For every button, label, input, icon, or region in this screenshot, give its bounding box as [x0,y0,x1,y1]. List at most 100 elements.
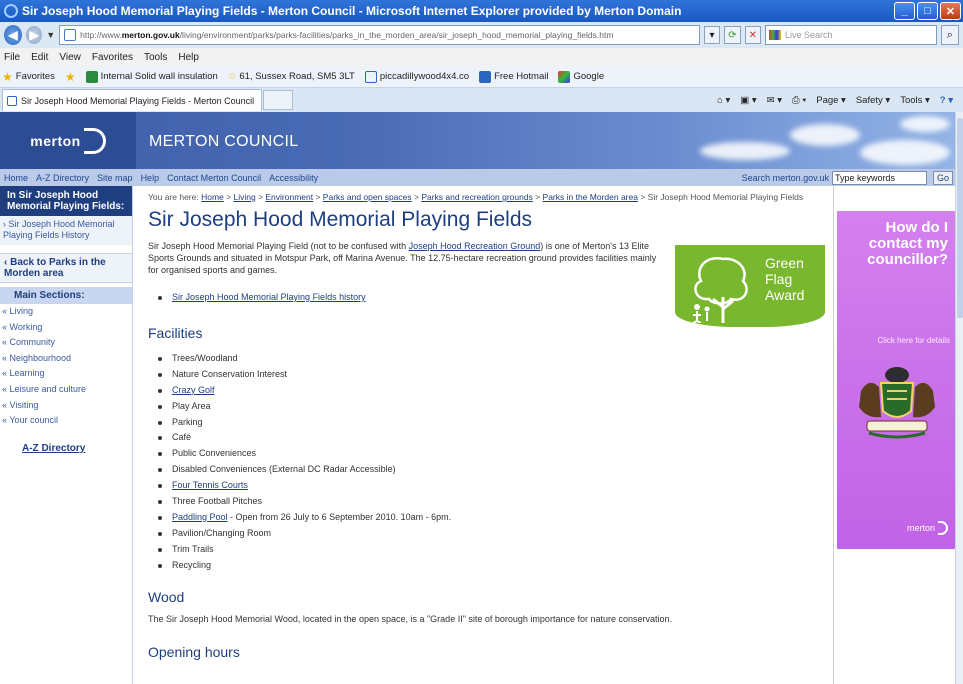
nav-site-map[interactable]: Site map [93,173,137,183]
breadcrumb-environment[interactable]: Environment [265,192,313,202]
tab-bar: Sir Joseph Hood Memorial Playing Fields … [0,88,963,112]
print-icon[interactable]: ⎙ ▾ [792,95,806,106]
feeds-icon[interactable]: ▣ ▾ [740,95,756,106]
nav-contact[interactable]: Contact Merton Council [163,173,265,183]
sidebar-item-leisure[interactable]: « Leisure and culture [0,382,132,398]
page-menu[interactable]: Page ▾ [816,95,846,106]
facility-link[interactable]: Crazy Golf [172,385,215,395]
breadcrumb-living[interactable]: Living [233,192,255,202]
hotmail-icon [479,70,492,83]
main-content: You are here: Home > Living > Environmen… [148,186,828,684]
sidebar-item-living[interactable]: « Living [0,304,132,320]
sidebar-history-link[interactable]: › Sir Joseph Hood Memorial Playing Field… [0,216,132,245]
nav-accessibility[interactable]: Accessibility [265,173,322,183]
sidebar-item-label: Leisure and culture [9,383,87,394]
facility-item: Three Football Pitches [158,494,828,510]
stop-icon[interactable]: ✕ [744,26,762,44]
breadcrumb-prefix: You are here: [148,192,199,202]
tab-active[interactable]: Sir Joseph Hood Memorial Playing Fields … [2,89,262,111]
address-bar[interactable]: http://www.merton.gov.uk/living/environm… [59,25,700,45]
facility-item: Café [158,430,828,446]
ad-column: How do I contact my councillor? Click he… [833,186,956,684]
sidebar-item-label: Neighbourhood [9,352,72,363]
menu-favorites[interactable]: Favorites [92,52,133,63]
sidebar-item-label: Living [9,306,34,316]
menu-bar: File Edit View Favorites Tools Help [0,48,963,66]
facilities-heading: Facilities [148,324,203,341]
search-icon[interactable]: ⌕ [940,25,959,45]
maximize-button[interactable]: □ [917,2,938,20]
mail-icon[interactable]: ✉ ▾ [767,95,782,106]
forward-button[interactable]: ▶ [26,26,43,44]
refresh-icon[interactable]: ⟳ [724,26,741,44]
intro-text: Sir Joseph Hood Memorial Playing Field (… [148,241,409,251]
history-link[interactable]: Sir Joseph Hood Memorial Playing Fields … [172,292,366,302]
favorite-label: Google [573,71,605,82]
menu-tools[interactable]: Tools [144,52,167,63]
councillor-ad-banner[interactable]: How do I contact my councillor? Click he… [837,211,956,549]
sidebar-az-directory-link[interactable]: A-Z Directory [22,443,132,454]
facility-item: Paddling Pool - Open from 26 July to 6 S… [158,510,828,526]
add-favorite-icon[interactable]: ★ [65,70,76,84]
sidebar-item-community[interactable]: « Community [0,335,132,351]
breadcrumb-home[interactable]: Home [201,192,224,202]
site-search-go-button[interactable]: Go [933,170,953,185]
scroll-thumb[interactable] [957,118,963,318]
page-outline-icon: ☆ [227,71,237,82]
sidebar-item-your-council[interactable]: « Your council [0,413,132,429]
home-icon[interactable]: ⌂ ▾ [717,95,730,106]
favorite-link[interactable]: ☆ 61, Sussex Road, SM5 3LT [228,71,355,82]
sidebar-back-label: Back to Parks in the Morden area [4,257,106,279]
ie-page-icon [7,95,17,106]
menu-view[interactable]: View [59,52,81,63]
live-search-input[interactable]: Live Search [765,25,937,45]
green-flag-line: Award [765,287,805,303]
facility-link[interactable]: Four Tennis Courts [172,480,248,490]
favorite-link[interactable]: Internal Solid wall insulation [85,70,218,83]
page-title: Sir Joseph Hood Memorial Playing Fields [148,208,532,231]
breadcrumb-parks-open-spaces[interactable]: Parks and open spaces [323,192,412,202]
facility-link[interactable]: Paddling Pool [172,512,228,522]
merton-logo[interactable]: merton [0,112,136,169]
breadcrumb-morden-area[interactable]: Parks in the Morden area [543,192,638,202]
menu-help[interactable]: Help [178,52,199,63]
main-sections-heading: Main Sections: [0,287,132,304]
coat-of-arms-icon [859,367,935,439]
green-flag-text: Green Flag Award [765,255,804,303]
nav-az-directory[interactable]: A-Z Directory [32,173,93,183]
address-dropdown-icon[interactable]: ▾ [703,26,721,44]
help-icon[interactable]: ? ▾ [940,95,953,106]
favorite-label: Internal Solid wall insulation [100,71,218,82]
menu-edit[interactable]: Edit [31,52,48,63]
breadcrumb-parks-recreation[interactable]: Parks and recreation grounds [421,192,533,202]
nav-help[interactable]: Help [137,173,164,183]
history-dropdown-icon[interactable]: ▼ [46,30,55,40]
menu-file[interactable]: File [4,52,20,63]
favorites-button[interactable]: ★ Favorites [2,70,55,84]
minimize-button[interactable]: _ [894,2,915,20]
site-banner: merton MERTON COUNCIL [0,112,955,169]
vertical-scrollbar[interactable] [955,112,963,684]
url-text: http://www.merton.gov.uk/living/environm… [80,30,614,40]
nav-home[interactable]: Home [0,173,32,183]
cloud-image [900,116,950,132]
favorite-link[interactable]: piccadillywood4x4.co [364,70,469,83]
sidebar-back-link[interactable]: ‹ Back to Parks in the Morden area [0,253,132,283]
close-button[interactable]: ✕ [940,2,961,20]
sidebar-item-visiting[interactable]: « Visiting [0,398,132,414]
tools-menu[interactable]: Tools ▾ [900,95,930,106]
back-button[interactable]: ◀ [4,25,23,45]
sidebar-item-learning[interactable]: « Learning [0,366,132,382]
facilities-list: Trees/Woodland Nature Conservation Intere… [158,351,828,574]
favorite-link[interactable]: Free Hotmail [479,70,548,83]
joseph-hood-recreation-link[interactable]: Joseph Hood Recreation Ground [409,241,541,251]
site-search-input[interactable]: Type keywords [832,170,927,185]
sidebar-item-neighbourhood[interactable]: « Neighbourhood [0,351,132,367]
new-tab-button[interactable] [263,90,293,110]
live-search-placeholder: Live Search [785,30,833,40]
favorite-link[interactable]: Google [558,70,605,83]
ie-logo-icon [4,4,18,18]
sidebar-item-working[interactable]: « Working [0,320,132,336]
facility-item: Play Area [158,399,828,415]
safety-menu[interactable]: Safety ▾ [856,95,890,106]
